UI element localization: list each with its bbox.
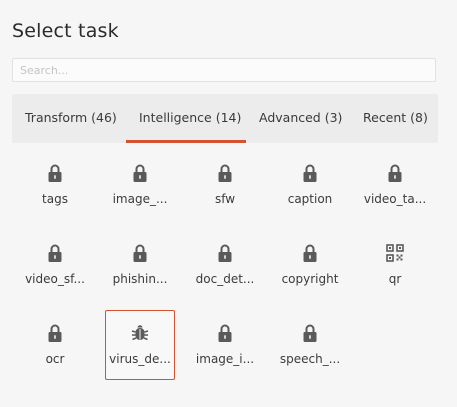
task-label: virus_de... [109,352,171,366]
lock-icon [218,324,232,342]
lock-icon [133,164,147,182]
task-label: phishin... [112,272,168,286]
task-label: video_ta... [363,192,427,206]
task-label: sfw [214,192,236,206]
task-tile[interactable]: caption [275,150,345,220]
lock-icon [218,244,232,262]
lock-icon [48,244,62,262]
task-tile[interactable]: copyright [275,230,345,300]
task-tile[interactable]: video_sf... [20,230,90,300]
lock-icon [388,164,402,182]
search-input[interactable] [12,58,436,82]
tab-recent[interactable]: Recent (8) [363,94,428,143]
lock-icon [48,164,62,182]
task-label: tags [42,192,68,206]
lock-icon [303,164,317,182]
task-tile[interactable]: speech_... [275,310,345,380]
lock-icon [48,324,62,342]
task-tile[interactable]: qr [360,230,430,300]
task-tile[interactable]: video_ta... [360,150,430,220]
task-grid: tags image_... sfw caption video_ta... v… [12,150,438,390]
lock-icon [303,244,317,262]
task-tile[interactable]: image_... [105,150,175,220]
active-tab-indicator [126,140,246,143]
task-label: copyright [281,272,339,286]
task-label: caption [287,192,333,206]
task-label: speech_... [279,352,341,366]
select-task-panel: Select task Transform (46) Intelligence … [0,0,457,407]
tab-transform[interactable]: Transform (46) [25,94,117,143]
task-label: ocr [45,352,65,366]
task-tile[interactable]: image_i... [190,310,260,380]
task-label: qr [388,272,402,286]
page-title: Select task [12,20,119,42]
task-tile[interactable]: doc_det... [190,230,260,300]
task-label: image_i... [195,352,255,366]
bug-icon [131,325,149,341]
task-tile[interactable]: tags [20,150,90,220]
lock-icon [218,164,232,182]
tab-intelligence[interactable]: Intelligence (14) [139,94,241,143]
task-tile[interactable]: sfw [190,150,260,220]
lock-icon [303,324,317,342]
task-label: video_sf... [25,272,85,286]
task-tile[interactable]: phishin... [105,230,175,300]
task-label: image_... [112,192,168,206]
tab-advanced[interactable]: Advanced (3) [259,94,342,143]
lock-icon [133,244,147,262]
task-label: doc_det... [195,272,255,286]
task-category-tabs: Transform (46) Intelligence (14) Advance… [12,94,438,143]
task-tile-selected[interactable]: virus_de... [105,310,175,380]
qr-code-icon [386,244,404,262]
task-tile[interactable]: ocr [20,310,90,380]
